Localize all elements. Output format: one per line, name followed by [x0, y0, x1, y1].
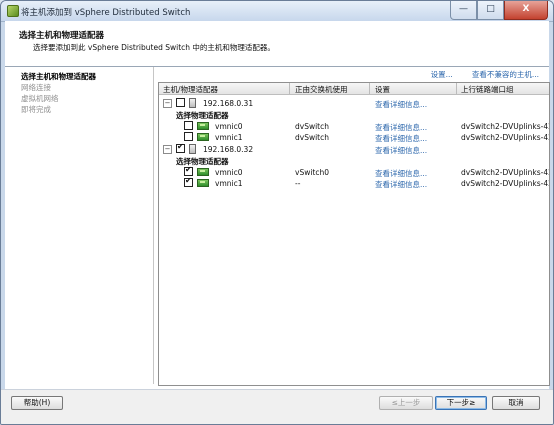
next-button[interactable]: 下一步≥ — [435, 396, 487, 410]
view-details-link[interactable]: 查看详细信息... — [375, 179, 427, 190]
back-button[interactable]: ≤上一步 — [379, 396, 433, 410]
adapter-checkbox[interactable] — [184, 121, 193, 130]
adapter-name: vmnic0 — [215, 122, 243, 131]
used-by-switch: dvSwitch — [295, 133, 329, 142]
wizard-footer: 帮助(H) ≤上一步 下一步≥ 取消 — [1, 389, 553, 424]
adapter-checkbox[interactable] — [184, 176, 193, 187]
adapter-checkbox[interactable] — [184, 165, 193, 176]
host-name: 192.168.0.32 — [203, 145, 254, 154]
network-adapter-icon — [197, 168, 209, 176]
close-button[interactable]: X — [504, 1, 548, 20]
wizard-heading: 选择主机和物理适配器 — [19, 31, 105, 41]
host-icon — [189, 144, 196, 154]
host-name: 192.168.0.31 — [203, 99, 254, 108]
vsphere-icon — [7, 5, 19, 17]
column-separator — [456, 83, 457, 94]
uplink-port-group: dvSwitch2-DVUplinks-42 — [461, 179, 550, 188]
step-select-hosts-adapters[interactable]: 选择主机和物理适配器 — [21, 71, 96, 82]
wizard-window: 将主机添加到 vSphere Distributed Switch — □ X … — [0, 0, 554, 425]
adapter-name: vmnic1 — [215, 179, 243, 188]
maximize-button[interactable]: □ — [477, 1, 504, 20]
uplink-port-group: dvSwitch2-DVUplinks-42 — [461, 168, 550, 177]
step-vm-networking: 虚拟机网络 — [21, 94, 59, 103]
used-by-switch: -- — [295, 179, 301, 188]
table-row[interactable]: vmnic1 -- 查看详细信息... dvSwitch2-DVUplinks-… — [159, 176, 550, 190]
window-controls: — □ X — [450, 1, 548, 20]
host-checkbox[interactable] — [176, 142, 185, 153]
column-host-adapter[interactable]: 主机/物理适配器 — [163, 84, 218, 95]
column-settings[interactable]: 设置 — [375, 84, 390, 95]
network-adapter-icon — [197, 179, 209, 187]
table-row[interactable]: vmnic1 dvSwitch 查看详细信息... dvSwitch2-DVUp… — [159, 131, 549, 143]
cancel-button[interactable]: 取消 — [492, 396, 540, 410]
wizard-steps: 选择主机和物理适配器 网络连接 虚拟机网络 即将完成 — [5, 67, 154, 384]
show-incompatible-hosts-link[interactable]: 查看不兼容的主机... — [472, 70, 539, 79]
adapter-name: vmnic1 — [215, 133, 243, 142]
hosts-adapters-table: 主机/物理适配器 正由交换机使用 设置 上行链路端口组 − 192.168.0.… — [158, 82, 550, 386]
wizard-header: 选择主机和物理适配器 选择要添加到此 vSphere Distributed S… — [5, 21, 549, 67]
table-links: 设置... 查看不兼容的主机... — [431, 69, 539, 80]
table-row: 选择物理适配器 — [159, 154, 549, 166]
settings-link[interactable]: 设置... — [431, 70, 453, 79]
uplink-port-group: dvSwitch2-DVUplinks-42 — [461, 122, 550, 131]
column-used-by-switch[interactable]: 正由交换机使用 — [295, 84, 348, 95]
host-checkbox[interactable] — [176, 98, 185, 107]
title-bar: 将主机添加到 vSphere Distributed Switch — □ X — [1, 1, 553, 22]
minimize-button[interactable]: — — [450, 1, 477, 20]
column-separator — [369, 83, 370, 94]
uplink-port-group: dvSwitch2-DVUplinks-42 — [461, 133, 550, 142]
step-network-connectivity: 网络连接 — [21, 83, 51, 92]
host-icon — [189, 98, 196, 108]
step-ready-to-complete: 即将完成 — [21, 105, 51, 114]
used-by-switch: dvSwitch — [295, 122, 329, 131]
collapse-icon[interactable]: − — [163, 145, 172, 154]
wizard-subheading: 选择要添加到此 vSphere Distributed Switch 中的主机和… — [33, 43, 275, 52]
column-uplink-port-group[interactable]: 上行链路端口组 — [461, 84, 514, 95]
network-adapter-icon — [197, 122, 209, 130]
adapter-name: vmnic0 — [215, 168, 243, 177]
collapse-icon[interactable]: − — [163, 99, 172, 108]
wizard-body: 选择主机和物理适配器 网络连接 虚拟机网络 即将完成 设置... 查看不兼容的主… — [5, 67, 550, 389]
help-button[interactable]: 帮助(H) — [11, 396, 63, 410]
window-title: 将主机添加到 vSphere Distributed Switch — [21, 8, 191, 18]
column-separator — [289, 83, 290, 94]
table-row: 选择物理适配器 — [159, 108, 549, 120]
used-by-switch: vSwitch0 — [295, 168, 330, 177]
adapter-checkbox[interactable] — [184, 132, 193, 141]
network-adapter-icon — [197, 133, 209, 141]
table-header: 主机/物理适配器 正由交换机使用 设置 上行链路端口组 — [159, 83, 549, 95]
